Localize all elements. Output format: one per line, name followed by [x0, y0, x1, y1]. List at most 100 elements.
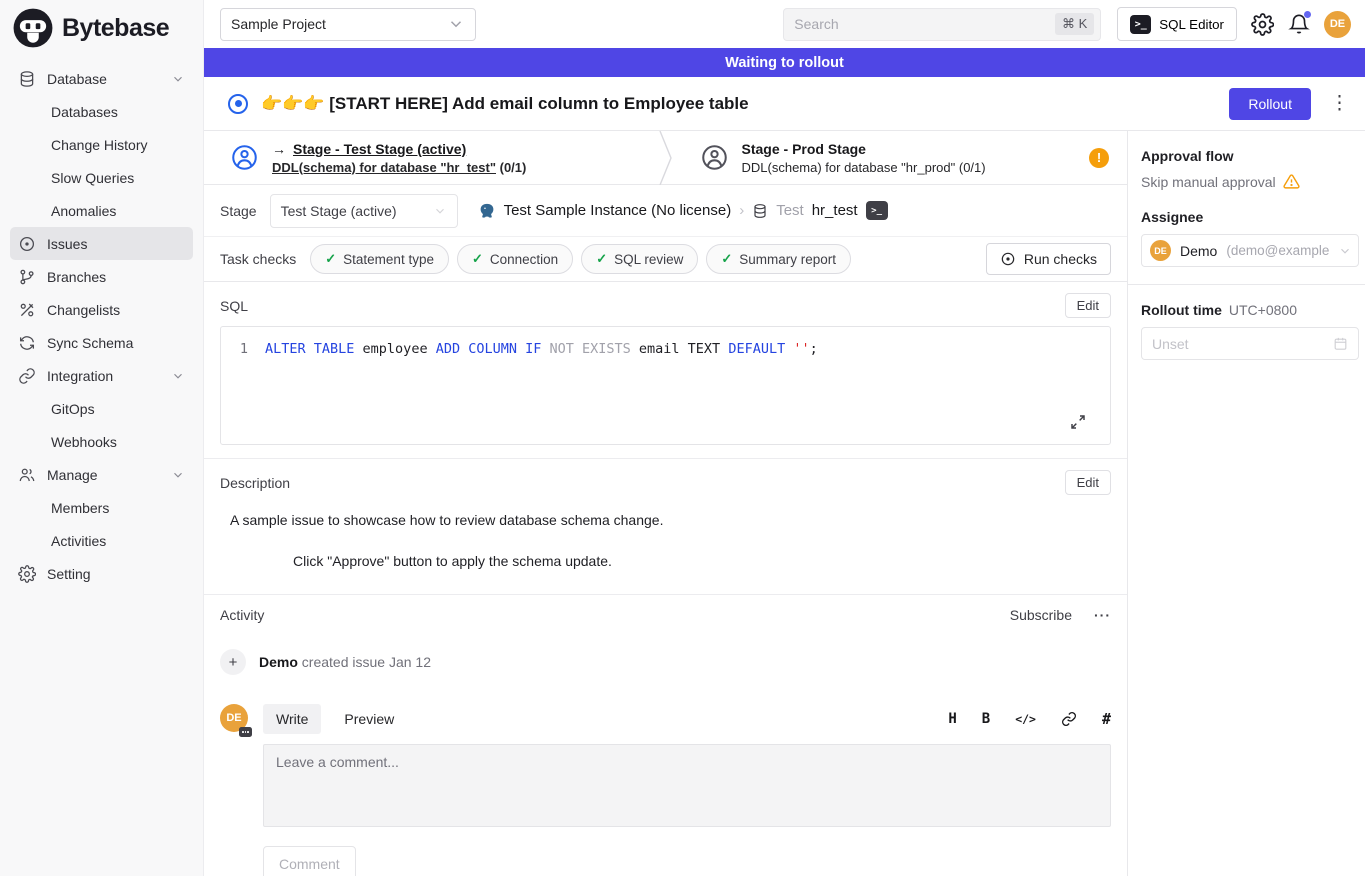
gear-icon — [18, 565, 36, 583]
search-input[interactable] — [794, 16, 1055, 32]
sidebar-item-issues[interactable]: Issues — [10, 227, 193, 260]
description-label: Description — [220, 475, 290, 491]
changelist-icon — [18, 301, 36, 319]
sidebar-item-activities[interactable]: Activities — [10, 524, 193, 557]
body-row: → Stage - Test Stage (active) DDL(schema… — [204, 131, 1365, 876]
users-icon — [18, 466, 36, 484]
stage-test[interactable]: → Stage - Test Stage (active) DDL(schema… — [204, 131, 658, 184]
sql-label: SQL — [220, 298, 248, 314]
assignee-email: (demo@example — [1226, 243, 1329, 258]
fullscreen-expand-icon[interactable] — [1070, 414, 1086, 430]
issue-open-status-icon — [228, 94, 248, 114]
rollout-time-label: Rollout time — [1141, 302, 1222, 318]
comment-submit-button[interactable]: Comment — [263, 846, 356, 876]
bold-icon[interactable]: B — [982, 711, 990, 727]
sidebar-item-slow-queries[interactable]: Slow Queries — [10, 161, 193, 194]
action-text: created issue Jan 12 — [302, 654, 431, 670]
chevron-down-icon — [447, 15, 465, 33]
sidebar-item-sync-schema[interactable]: Sync Schema — [10, 326, 193, 359]
check-sql-review[interactable]: ✓ SQL review — [581, 244, 698, 274]
sidebar-item-branches[interactable]: Branches — [10, 260, 193, 293]
warning-triangle-icon — [1283, 173, 1300, 190]
sync-icon — [18, 334, 36, 352]
stage-prod[interactable]: Stage - Prod Stage DDL(schema) for datab… — [674, 131, 1128, 184]
search-shortcut-badge: ⌘ K — [1055, 13, 1094, 35]
more-options-icon[interactable]: ··· — [1094, 607, 1111, 623]
git-branch-icon — [18, 268, 36, 286]
sql-editor-button[interactable]: >_ SQL Editor — [1117, 7, 1237, 41]
stage-selector-label: Stage — [220, 203, 257, 219]
search-box[interactable]: ⌘ K — [783, 8, 1101, 41]
sidebar-item-webhooks[interactable]: Webhooks — [10, 425, 193, 458]
comment-editor-row: DE Write Preview H B </> # — [204, 704, 1127, 830]
run-checks-button[interactable]: Run checks — [986, 243, 1111, 275]
database-icon — [18, 70, 36, 88]
sidebar-item-setting[interactable]: Setting — [10, 557, 193, 590]
sidebar-item-changelists[interactable]: Changelists — [10, 293, 193, 326]
brand-logo[interactable]: Bytebase — [0, 0, 203, 56]
heading-icon[interactable]: H — [948, 711, 956, 727]
stage-strip: → Stage - Test Stage (active) DDL(schema… — [204, 131, 1127, 185]
stage-title: Stage - Prod Stage — [742, 141, 866, 157]
notification-bell-icon[interactable] — [1288, 13, 1310, 35]
check-connection[interactable]: ✓ Connection — [457, 244, 573, 274]
subscribe-button[interactable]: Subscribe — [1010, 607, 1072, 623]
open-sql-editor-icon[interactable]: >_ — [866, 201, 888, 220]
code-icon[interactable]: </> — [1015, 712, 1036, 726]
assignee-avatar: DE — [1150, 240, 1171, 261]
rollout-time-picker[interactable]: Unset — [1141, 327, 1359, 360]
sidebar-item-members[interactable]: Members — [10, 491, 193, 524]
sidebar-item-anomalies[interactable]: Anomalies — [10, 194, 193, 227]
tab-preview[interactable]: Preview — [331, 704, 407, 734]
settings-gear-icon[interactable] — [1251, 13, 1274, 36]
kebab-menu-icon[interactable]: ⋮ — [1330, 94, 1349, 113]
tab-write[interactable]: Write — [263, 704, 321, 734]
sidebar-item-gitops[interactable]: GitOps — [10, 392, 193, 425]
sidebar-item-integration[interactable]: Integration — [10, 359, 193, 392]
actor-name: Demo — [259, 654, 298, 670]
sidebar-item-databases[interactable]: Databases — [10, 95, 193, 128]
assignee-select[interactable]: DE Demo (demo@example — [1141, 234, 1359, 267]
task-checks-row: Task checks ✓ Statement type ✓ Connectio… — [204, 237, 1127, 282]
main-column: Sample Project ⌘ K >_ SQL Editor DE Wait… — [204, 0, 1365, 876]
stage-progress: (0/1) — [959, 160, 986, 175]
comment-input[interactable] — [263, 744, 1111, 827]
check-icon: ✓ — [596, 251, 607, 267]
link-icon[interactable] — [1061, 711, 1077, 727]
stage-person-icon — [231, 144, 258, 171]
issue-circle-dot-icon — [18, 235, 36, 253]
stage-separator — [658, 131, 674, 184]
check-icon: ✓ — [325, 251, 336, 267]
check-statement-type[interactable]: ✓ Statement type — [310, 244, 449, 274]
chevron-down-icon — [433, 204, 447, 218]
description-edit-button[interactable]: Edit — [1065, 470, 1111, 495]
stage-dropdown[interactable]: Test Stage (active) — [270, 194, 458, 228]
database-breadcrumb: Test Sample Instance (No license) › Test… — [478, 201, 888, 220]
brand-name: Bytebase — [62, 14, 169, 43]
check-icon: ✓ — [472, 251, 483, 267]
approval-flow-value: Skip manual approval — [1141, 174, 1276, 190]
database-name[interactable]: hr_test — [812, 202, 858, 219]
instance-name[interactable]: Test Sample Instance (No license) — [504, 202, 732, 219]
sidebar-item-manage[interactable]: Manage — [10, 458, 193, 491]
description-section: Description Edit A sample issue to showc… — [204, 458, 1127, 585]
stage-progress: (0/1) — [500, 160, 527, 175]
status-banner: Waiting to rollout — [204, 48, 1365, 77]
check-summary-report[interactable]: ✓ Summary report — [706, 244, 851, 274]
hash-icon[interactable]: # — [1102, 710, 1111, 728]
rollout-button[interactable]: Rollout — [1229, 88, 1311, 120]
sql-edit-button[interactable]: Edit — [1065, 293, 1111, 318]
chevron-down-icon — [171, 369, 185, 383]
user-avatar[interactable]: DE — [1324, 11, 1351, 38]
stage-selector-row: Stage Test Stage (active) Test Sample In… — [204, 185, 1127, 237]
issue-content: → Stage - Test Stage (active) DDL(schema… — [204, 131, 1128, 876]
sql-editor[interactable]: 1 ALTER TABLE employee ADD COLUMN IF NOT… — [220, 326, 1111, 445]
project-selector[interactable]: Sample Project — [220, 8, 476, 41]
issue-title: 👉👉👉 [START HERE] Add email column to Emp… — [261, 94, 749, 114]
sidebar-item-database[interactable]: Database — [10, 62, 193, 95]
task-checks-label: Task checks — [220, 251, 296, 267]
right-panel: Approval flow Skip manual approval Assig… — [1128, 131, 1365, 876]
plus-icon: + — [220, 649, 246, 675]
sidebar-item-change-history[interactable]: Change History — [10, 128, 193, 161]
terminal-icon: >_ — [1130, 15, 1151, 34]
